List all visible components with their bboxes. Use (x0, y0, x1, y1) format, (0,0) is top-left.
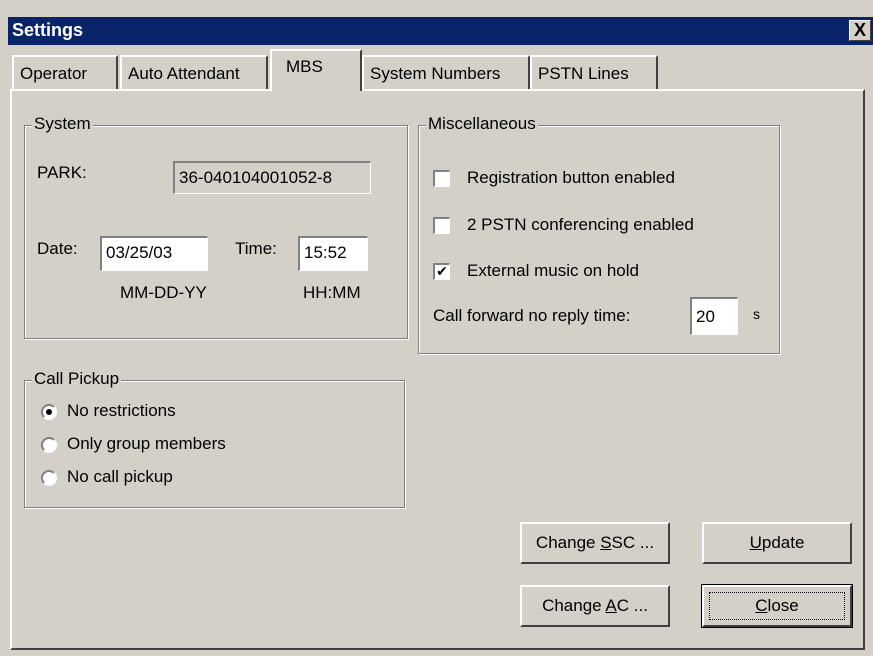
window-title: Settings (12, 20, 84, 40)
date-label: Date: (37, 239, 78, 258)
radio-dot-icon (46, 409, 52, 415)
settings-window: Settings X Operator Auto Attendant MBS S… (0, 0, 873, 656)
tab-operator[interactable]: Operator (12, 55, 118, 89)
call-forward-unit: s (753, 306, 760, 322)
miscellaneous-group: Miscellaneous Registration button enable… (418, 114, 780, 354)
registration-button-label: Registration button enabled (467, 168, 675, 187)
tab-label: Operator (20, 64, 88, 83)
no-restrictions-label: No restrictions (67, 401, 176, 420)
tab-auto-attendant[interactable]: Auto Attendant (120, 55, 268, 89)
date-field[interactable]: 03/25/03 (100, 236, 208, 271)
close-icon[interactable]: X (849, 20, 871, 41)
tab-label: PSTN Lines (538, 64, 629, 83)
registration-button-checkbox[interactable] (433, 170, 450, 187)
focus-rectangle (709, 592, 845, 620)
pstn-conferencing-label: 2 PSTN conferencing enabled (467, 215, 694, 234)
time-label: Time: (235, 239, 277, 258)
time-format-hint: HH:MM (303, 283, 361, 302)
tab-mbs[interactable]: MBS (270, 49, 362, 91)
park-field: 36-040104001052-8 (173, 161, 371, 194)
button-label: Update (749, 533, 805, 552)
system-group-title: System (32, 114, 93, 134)
no-call-pickup-radio[interactable] (41, 470, 57, 486)
external-music-label: External music on hold (467, 261, 639, 280)
pstn-conferencing-checkbox[interactable] (433, 217, 450, 234)
time-field[interactable]: 15:52 (298, 236, 368, 271)
no-call-pickup-label: No call pickup (67, 467, 173, 486)
call-pickup-group: Call Pickup No restrictions Only group m… (24, 369, 405, 508)
miscellaneous-group-title: Miscellaneous (426, 114, 538, 134)
change-ac-button[interactable]: Change AC ... (520, 585, 670, 627)
close-button[interactable]: Close (701, 584, 853, 628)
external-music-checkbox[interactable]: ✔ (433, 263, 450, 280)
only-group-members-label: Only group members (67, 434, 226, 453)
button-label: Change AC ... (542, 596, 648, 615)
button-label: Change SSC ... (535, 533, 655, 552)
park-label: PARK: (37, 163, 87, 182)
tab-pstn-lines[interactable]: PSTN Lines (530, 55, 658, 89)
update-button[interactable]: Update (702, 522, 852, 564)
tab-label: Auto Attendant (128, 64, 240, 83)
date-format-hint: MM-DD-YY (120, 283, 207, 302)
tab-label: MBS (286, 57, 323, 76)
call-pickup-group-title: Call Pickup (32, 369, 122, 389)
checkmark-icon: ✔ (436, 263, 448, 279)
tab-panel-mbs: System PARK: 36-040104001052-8 Date: 03/… (10, 89, 865, 650)
call-forward-time-field[interactable]: 20 (690, 297, 738, 335)
only-group-members-radio[interactable] (41, 437, 57, 453)
call-forward-label: Call forward no reply time: (433, 306, 631, 325)
change-ssc-button[interactable]: Change SSC ... (520, 522, 670, 564)
title-bar[interactable]: Settings X (8, 17, 873, 45)
system-group: System PARK: 36-040104001052-8 Date: 03/… (24, 114, 408, 339)
tab-system-numbers[interactable]: System Numbers (362, 55, 530, 89)
window-edge (0, 17, 8, 656)
tab-label: System Numbers (370, 64, 501, 83)
no-restrictions-radio[interactable] (41, 404, 57, 420)
